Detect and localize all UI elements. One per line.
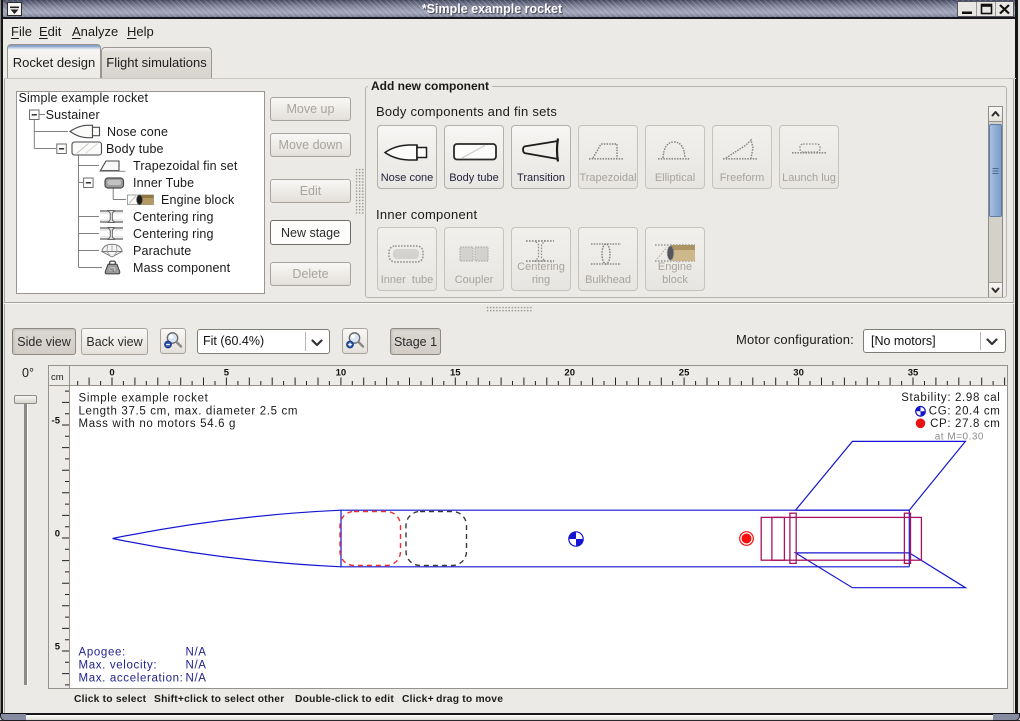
svg-text:Mass component: Mass component: [133, 261, 231, 275]
svg-text:Centering ring: Centering ring: [133, 227, 214, 241]
svg-text:N/A: N/A: [186, 646, 207, 658]
svg-text:CG: 20.4 cm: CG: 20.4 cm: [929, 405, 1001, 417]
svg-text:at M=0.30: at M=0.30: [935, 432, 984, 443]
svg-text:5: 5: [55, 642, 61, 653]
svg-text:Body tube: Body tube: [106, 142, 164, 156]
svg-text:Mass with no motors 54.6 g: Mass with no motors 54.6 g: [79, 418, 237, 430]
svg-text:0: 0: [55, 529, 60, 540]
svg-text:Apogee:: Apogee:: [79, 646, 126, 658]
svg-text:CP: 27.8 cm: CP: 27.8 cm: [930, 418, 1000, 430]
svg-text:10: 10: [336, 368, 347, 379]
svg-text:30: 30: [793, 368, 804, 379]
svg-text:N/A: N/A: [186, 659, 207, 671]
svg-text:20: 20: [564, 368, 575, 379]
svg-text:Centering ring: Centering ring: [133, 210, 214, 224]
svg-text:Length 37.5 cm, max. diameter: Length 37.5 cm, max. diameter 2.5 cm: [79, 406, 299, 418]
svg-text:15: 15: [450, 368, 461, 379]
svg-text:Simple example rocket: Simple example rocket: [19, 91, 149, 105]
svg-text:-5: -5: [52, 416, 61, 427]
svg-text:Parachute: Parachute: [133, 244, 191, 258]
svg-text:Inner Tube: Inner Tube: [133, 176, 194, 190]
svg-text:kg: kg: [111, 268, 115, 272]
svg-text:Max. velocity:: Max. velocity:: [79, 659, 158, 671]
svg-text:Max. acceleration:: Max. acceleration:: [79, 672, 184, 684]
svg-text:Simple example rocket: Simple example rocket: [79, 393, 209, 405]
svg-text:Nose cone: Nose cone: [107, 125, 168, 139]
svg-text:Stability: 2.98 cal: Stability: 2.98 cal: [901, 392, 1000, 404]
svg-text:5: 5: [224, 368, 230, 379]
svg-text:N/A: N/A: [186, 672, 207, 684]
svg-text:Sustainer: Sustainer: [46, 108, 100, 122]
svg-text:Trapezoidal fin set: Trapezoidal fin set: [133, 159, 238, 173]
svg-text:cm: cm: [51, 372, 64, 383]
svg-text:Engine block: Engine block: [161, 193, 235, 207]
svg-text:25: 25: [679, 368, 690, 379]
svg-text:35: 35: [908, 368, 919, 379]
svg-text:0: 0: [109, 368, 114, 379]
